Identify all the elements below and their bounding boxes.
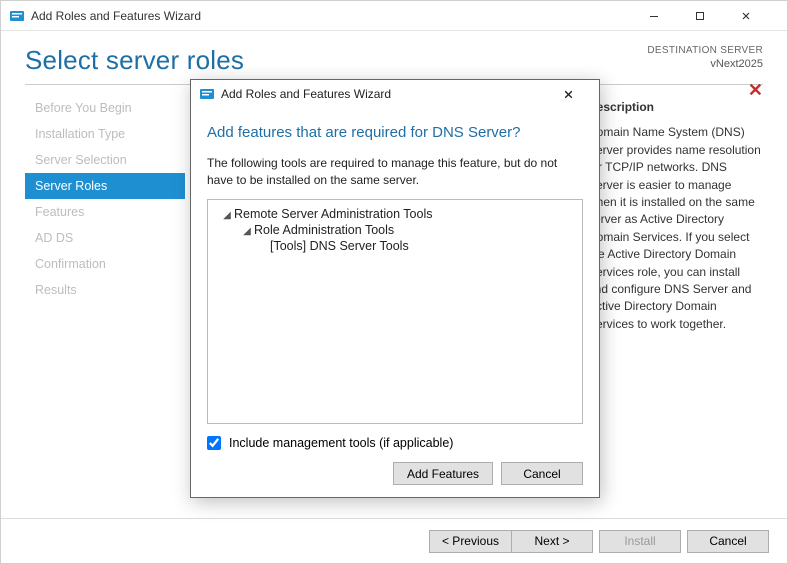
next-button[interactable]: Next > xyxy=(511,530,593,553)
description-text: Domain Name System (DNS) Server provides… xyxy=(588,124,763,333)
tree-node-rsat[interactable]: ◢Remote Server Administration Tools xyxy=(214,206,576,222)
install-button: Install xyxy=(599,530,681,553)
description-heading: Description xyxy=(588,99,763,116)
dialog-question: Add features that are required for DNS S… xyxy=(207,124,583,141)
caret-down-icon: ◢ xyxy=(242,226,252,237)
app-icon xyxy=(9,8,25,24)
nav-server-roles[interactable]: Server Roles xyxy=(25,173,185,199)
add-features-dialog: Add Roles and Features Wizard Add featur… xyxy=(190,79,600,498)
caret-down-icon: ◢ xyxy=(222,210,232,221)
include-management-tools-row[interactable]: Include management tools (if applicable) xyxy=(207,436,583,450)
tree-node-role-admin-tools[interactable]: ◢Role Administration Tools xyxy=(214,222,576,238)
nav-button-group: < Previous Next > xyxy=(429,530,593,553)
nav-ad-ds[interactable]: AD DS xyxy=(25,225,185,251)
window-title: Add Roles and Features Wizard xyxy=(31,9,649,23)
dialog-body: Add features that are required for DNS S… xyxy=(191,108,599,497)
destination-server: DESTINATION SERVER vNext2025 ✕ xyxy=(647,45,763,71)
nav-installation-type[interactable]: Installation Type xyxy=(25,121,185,147)
dialog-footer: Add Features Cancel xyxy=(207,462,583,485)
dialog-cancel-button[interactable]: Cancel xyxy=(501,462,583,485)
page-heading: Select server roles xyxy=(25,45,244,76)
description-panel: Description Domain Name System (DNS) Ser… xyxy=(588,99,763,333)
tree-node-dns-server-tools[interactable]: [Tools] DNS Server Tools xyxy=(214,238,576,254)
dialog-titlebar: Add Roles and Features Wizard xyxy=(191,80,599,108)
cancel-button[interactable]: Cancel xyxy=(687,530,769,553)
window-controls xyxy=(649,1,787,31)
required-features-tree[interactable]: ◢Remote Server Administration Tools ◢Rol… xyxy=(207,199,583,424)
wizard-nav: Before You Begin Installation Type Serve… xyxy=(25,95,185,498)
nav-features[interactable]: Features xyxy=(25,199,185,225)
maximize-button[interactable] xyxy=(695,1,741,31)
destination-label: DESTINATION SERVER xyxy=(647,45,763,58)
nav-server-selection[interactable]: Server Selection xyxy=(25,147,185,173)
nav-results[interactable]: Results xyxy=(25,277,185,303)
close-button[interactable] xyxy=(741,1,787,31)
previous-button[interactable]: < Previous xyxy=(429,530,511,553)
add-features-button[interactable]: Add Features xyxy=(393,462,493,485)
wizard-footer: < Previous Next > Install Cancel xyxy=(1,518,787,563)
dialog-app-icon xyxy=(199,86,215,102)
dialog-explain: The following tools are required to mana… xyxy=(207,155,583,189)
dialog-title: Add Roles and Features Wizard xyxy=(221,87,563,101)
include-management-tools-checkbox[interactable] xyxy=(207,436,221,450)
minimize-button[interactable] xyxy=(649,1,695,31)
window-titlebar: Add Roles and Features Wizard xyxy=(1,1,787,31)
nav-confirmation[interactable]: Confirmation xyxy=(25,251,185,277)
include-management-tools-label: Include management tools (if applicable) xyxy=(229,436,453,450)
destination-value: vNext2025 xyxy=(647,58,763,72)
dialog-close-button[interactable] xyxy=(563,82,593,106)
nav-before-you-begin[interactable]: Before You Begin xyxy=(25,95,185,121)
